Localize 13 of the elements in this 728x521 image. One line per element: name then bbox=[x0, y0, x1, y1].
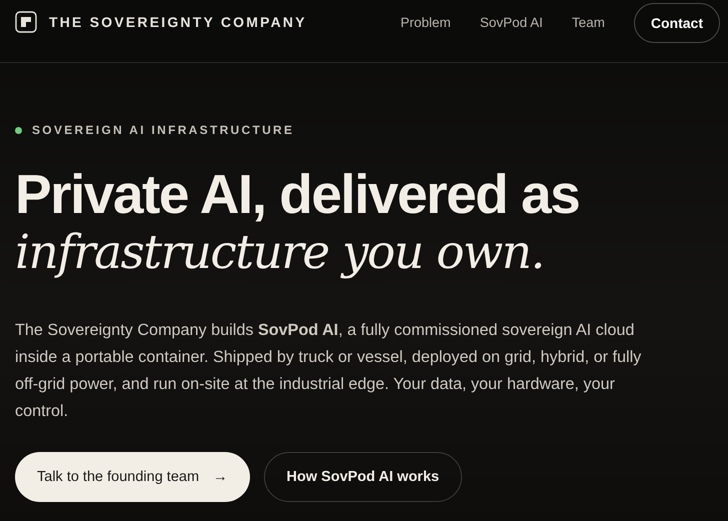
status-dot bbox=[15, 126, 22, 134]
logo-icon bbox=[15, 11, 37, 33]
brand-name[interactable]: THE SOVEREIGNTY COMPANY bbox=[49, 14, 307, 30]
talk-button[interactable]: Talk to the founding team → bbox=[15, 452, 250, 502]
contact-button[interactable]: Contact bbox=[634, 2, 720, 42]
nav-link[interactable]: SovPod AI bbox=[480, 15, 543, 30]
nav-link[interactable]: Problem bbox=[400, 15, 451, 30]
headline-italic: infrastructure you own. bbox=[15, 225, 545, 281]
nav-link[interactable]: Team bbox=[572, 15, 605, 30]
eyebrow-label: SOVEREIGN AI INFRASTRUCTURE bbox=[32, 123, 294, 137]
headline: Private AI, delivered as bbox=[15, 163, 580, 225]
intro-paragraph: The Sovereignty Company builds SovPod AI, a fully commissioned sovereign AI cloud inside a portable container. Shipped by truck or vessel, deployed on grid, hybrid, or fully off-grid power, and run on-site at the industrial edge. Your data, your hardware, your control. bbox=[15, 320, 642, 422]
how-it-works-button[interactable]: How SovPod AI works bbox=[264, 452, 462, 502]
